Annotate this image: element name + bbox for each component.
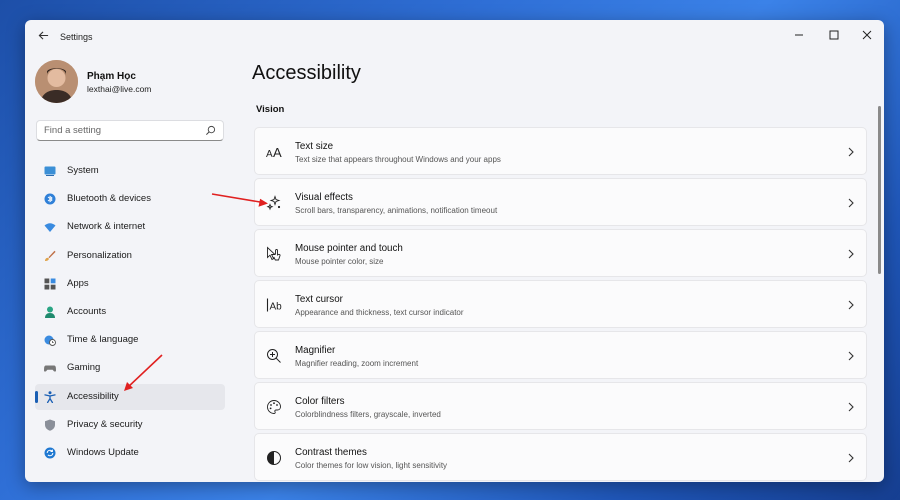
shield-icon [45, 419, 55, 431]
sidebar-item-gaming[interactable]: Gaming [35, 355, 225, 381]
sidebar-item-accessibility[interactable]: Accessibility [35, 383, 225, 410]
sparkle-icon [266, 195, 281, 211]
card-subtitle: Colorblindness filters, grayscale, inver… [295, 410, 441, 419]
card-subtitle: Scroll bars, transparency, animations, n… [295, 206, 498, 215]
sidebar-item-label: Network & internet [67, 221, 146, 233]
page-title: Accessibility [252, 62, 361, 84]
card-subtitle: Appearance and thickness, text cursor in… [295, 308, 464, 317]
magnifier-icon [267, 349, 281, 363]
user-name: Phạm Học [87, 71, 136, 82]
card-title: Contrast themes [295, 447, 367, 458]
svg-text:Ab: Ab [270, 302, 283, 313]
sidebar-item-personalization[interactable]: Personalization [35, 243, 225, 269]
close-button[interactable] [852, 24, 882, 46]
back-arrow-icon [38, 31, 48, 40]
sidebar-item-label: Accessibility [67, 390, 119, 402]
title-bar: Settings [25, 20, 884, 56]
avatar-photo [35, 60, 78, 103]
monitor-icon [44, 166, 56, 176]
svg-text:A: A [266, 149, 273, 160]
apps-icon [44, 278, 56, 290]
user-email: lexthai@live.com [87, 84, 152, 94]
palette-icon [267, 400, 281, 414]
scrollbar-thumb[interactable] [878, 106, 881, 274]
sidebar-item-network[interactable]: Network & internet [35, 214, 225, 240]
sidebar-item-label: Gaming [67, 362, 101, 374]
card-title: Magnifier [295, 345, 336, 356]
card-subtitle: Magnifier reading, zoom increment [295, 359, 419, 368]
magnifier-card[interactable]: Magnifier Magnifier reading, zoom increm… [254, 331, 867, 379]
sidebar-item-time-language[interactable]: Time & language [35, 327, 225, 353]
sidebar-item-system[interactable]: System [35, 158, 225, 184]
chevron-right-icon [848, 147, 854, 157]
sidebar-item-label: Time & language [67, 334, 139, 346]
card-subtitle: Text size that appears throughout Window… [295, 155, 501, 164]
maximize-icon [829, 30, 839, 40]
sidebar-item-accounts[interactable]: Accounts [35, 299, 225, 325]
card-title: Color filters [295, 396, 345, 407]
chevron-right-icon [848, 351, 854, 361]
sidebar-item-label: Windows Update [67, 446, 139, 458]
text-cursor-card[interactable]: Ab Text cursor Appearance and thickness,… [254, 280, 867, 328]
sidebar-item-apps[interactable]: Apps [35, 271, 225, 297]
card-title: Mouse pointer and touch [295, 243, 403, 254]
svg-text:A: A [273, 145, 282, 160]
contrast-icon [267, 451, 281, 465]
text-size-icon: AA [266, 145, 282, 160]
minimize-icon [795, 34, 803, 36]
search-box[interactable] [36, 120, 224, 141]
sidebar-item-bluetooth[interactable]: Bluetooth & devices [35, 186, 225, 212]
bluetooth-icon [44, 193, 56, 205]
sidebar-item-windows-update[interactable]: Windows Update [35, 440, 225, 466]
brush-icon [45, 250, 56, 261]
search-icon[interactable] [205, 125, 216, 136]
maximize-button[interactable] [819, 24, 849, 46]
chevron-right-icon [848, 402, 854, 412]
close-icon [862, 30, 872, 40]
accessibility-icon [44, 390, 56, 403]
contrast-themes-card[interactable]: Contrast themes Color themes for low vis… [254, 433, 867, 481]
section-title: Vision [256, 104, 285, 115]
color-filters-card[interactable]: Color filters Colorblindness filters, gr… [254, 382, 867, 430]
sidebar-nav: System Bluetooth & devices Network & int… [35, 158, 225, 468]
sidebar-item-label: Accounts [67, 305, 107, 317]
minimize-button[interactable] [784, 24, 814, 46]
visual-effects-card[interactable]: Visual effects Scroll bars, transparency… [254, 178, 867, 226]
sidebar-item-privacy-security[interactable]: Privacy & security [35, 412, 225, 438]
mouse-pointer-card[interactable]: Mouse pointer and touch Mouse pointer co… [254, 229, 867, 277]
chevron-right-icon [848, 198, 854, 208]
chevron-right-icon [848, 300, 854, 310]
sidebar-item-label: Bluetooth & devices [67, 193, 151, 205]
globe-clock-icon [44, 335, 56, 347]
refresh-icon [44, 447, 56, 459]
text-size-card[interactable]: AA Text size Text size that appears thro… [254, 127, 867, 175]
wifi-icon [44, 223, 56, 233]
back-button[interactable] [35, 29, 51, 45]
text-cursor-icon: Ab [266, 298, 283, 313]
gamepad-icon [44, 365, 56, 372]
sidebar-item-label: Privacy & security [67, 418, 143, 430]
card-subtitle: Mouse pointer color, size [295, 257, 384, 266]
app-title: Settings [60, 32, 93, 42]
settings-list: AA Text size Text size that appears thro… [254, 127, 867, 482]
sidebar-item-label: Apps [67, 277, 89, 289]
card-subtitle: Color themes for low vision, light sensi… [295, 461, 448, 470]
sidebar-item-label: Personalization [67, 249, 132, 261]
card-title: Text cursor [295, 294, 343, 305]
chevron-right-icon [848, 249, 854, 259]
sidebar-item-label: System [67, 165, 99, 176]
avatar[interactable] [35, 60, 78, 103]
pointer-touch-icon [267, 246, 281, 261]
search-input[interactable] [44, 121, 194, 140]
card-title: Visual effects [295, 192, 353, 203]
settings-window: Settings Phạm Học lexthai@live.com Find … [25, 20, 884, 482]
card-title: Text size [295, 141, 334, 152]
person-icon [45, 306, 55, 318]
chevron-right-icon [848, 453, 854, 463]
